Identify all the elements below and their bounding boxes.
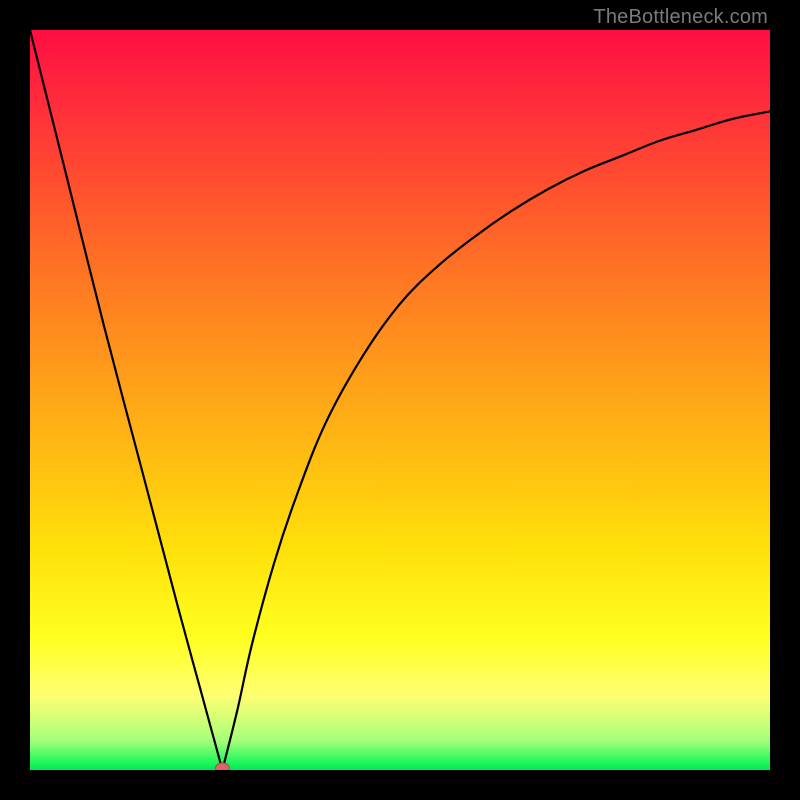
watermark-text: TheBottleneck.com	[593, 6, 768, 29]
vertex-marker	[215, 763, 229, 770]
curve-svg	[30, 30, 770, 770]
curve-right-branch	[222, 111, 770, 770]
curve-group	[30, 30, 770, 770]
chart-container: TheBottleneck.com	[0, 0, 800, 800]
plot-area	[30, 30, 770, 770]
curve-left-branch	[30, 30, 222, 770]
